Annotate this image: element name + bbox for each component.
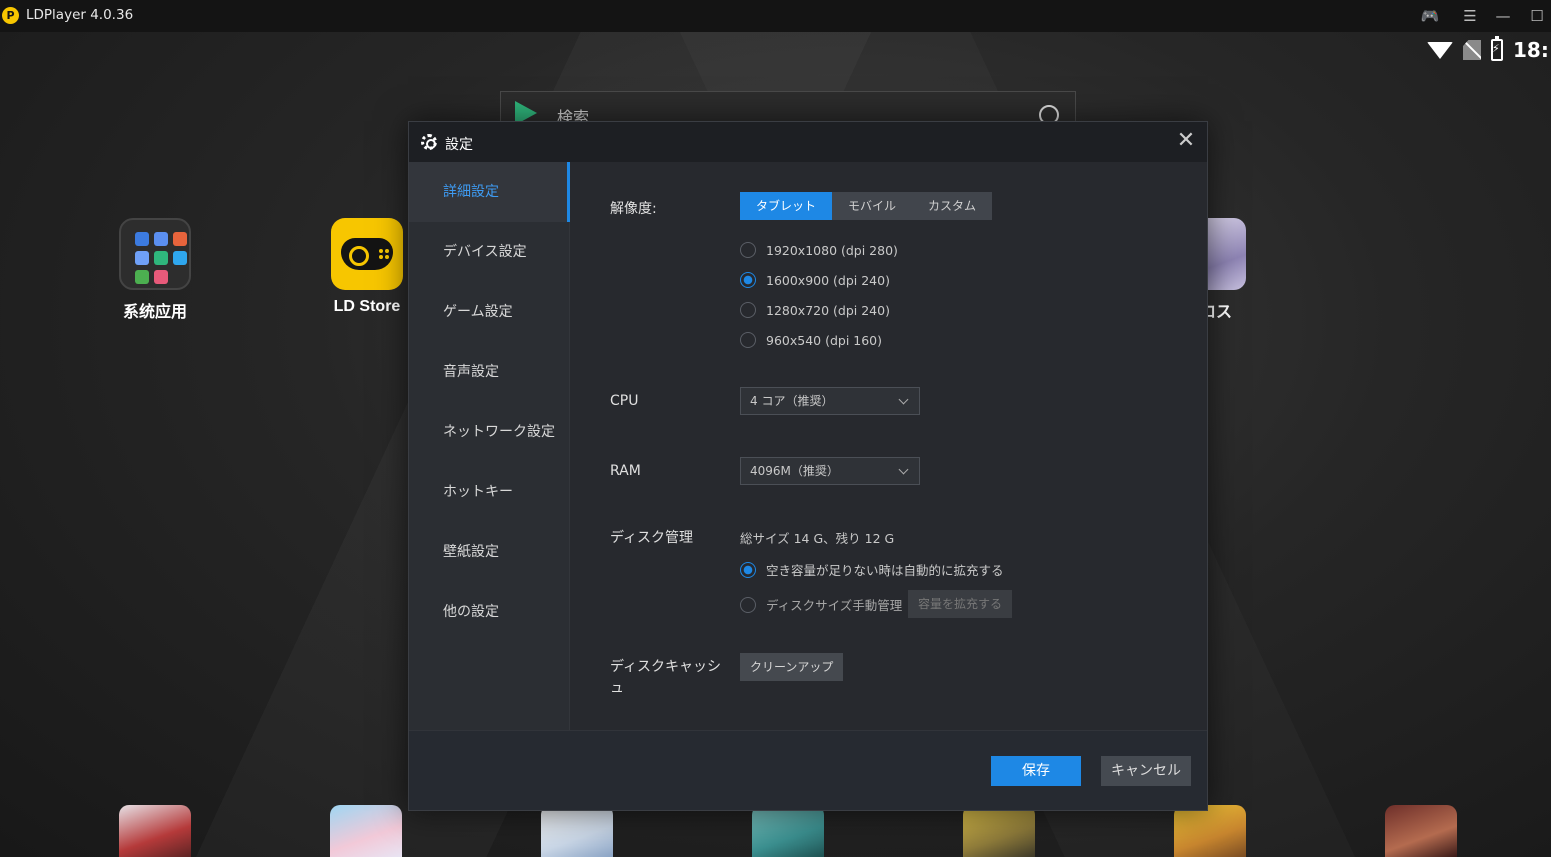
android-status-bar: 18: [1427,36,1551,64]
expand-capacity-button[interactable]: 容量を拡充する [908,590,1013,618]
game-app-icon[interactable] [752,805,824,857]
disk-manual-label: ディスクサイズ手動管理 [766,598,903,613]
radio-button[interactable] [740,302,756,318]
disk-cache-label: ディスクキャッシ ュ [610,657,721,699]
minimize-button[interactable]: — [1489,4,1517,28]
game-app-icon[interactable] [541,805,613,857]
maximize-button[interactable]: ☐ [1523,4,1551,28]
desktop-icon-label: 系统应用 [122,304,187,321]
close-icon[interactable]: ✕ [1173,128,1199,154]
desktop-icon-game[interactable]: ロス [1200,218,1260,322]
gamepad-icon[interactable]: 🎮 [1416,4,1444,28]
radio-button[interactable] [740,596,756,613]
dialog-title: 設定 [445,137,473,153]
desktop-icon-ld-store[interactable]: LD Store [320,218,414,316]
chevron-down-icon [898,394,909,405]
ld-store-icon [331,218,403,290]
radio-button[interactable] [740,332,756,348]
resolution-option-label: 1920x1080 (dpi 280) [766,242,898,258]
save-button[interactable]: 保存 [991,756,1081,786]
gear-icon [421,134,437,150]
game-app-icon[interactable] [330,805,402,857]
menu-icon[interactable]: ☰ [1456,4,1484,28]
wifi-icon [1427,41,1453,59]
tab-custom[interactable]: カスタム [912,192,993,220]
resolution-option-960[interactable]: 960x540 (dpi 160) [740,332,882,348]
sidebar-item-other[interactable]: 他の設定 [409,582,569,642]
cpu-select[interactable]: 4 コア（推奨） [740,387,920,415]
cleanup-button[interactable]: クリーンアップ [740,653,844,681]
resolution-option-label: 1600x900 (dpi 240) [766,272,890,288]
disk-cache-label-line2: ュ [610,680,624,696]
game-app-icon[interactable] [963,805,1035,857]
sidebar-item-hotkeys[interactable]: ホットキー [409,462,569,522]
dialog-header: 設定 ✕ [409,122,1207,162]
disk-auto-expand-label: 空き容量が足りない時は自動的に拡充する [766,563,1004,578]
desktop-icon-label: ロス [1200,304,1233,321]
desktop-icon-system-apps[interactable]: 系统应用 [108,218,202,322]
status-clock: 18: [1513,38,1547,62]
cpu-select-value: 4 コア（推奨） [750,394,834,408]
resolution-option-label: 1280x720 (dpi 240) [766,302,890,318]
ldplayer-logo-icon: P [2,7,19,24]
resolution-option-label: 960x540 (dpi 160) [766,332,883,348]
radio-button[interactable] [740,242,756,258]
resolution-option-1920[interactable]: 1920x1080 (dpi 280) [740,242,898,258]
disk-size-info: 総サイズ 14 G、残り 12 G [740,531,895,546]
dialog-footer: 保存 キャンセル [409,730,1207,810]
window-title: LDPlayer 4.0.36 [26,7,134,23]
cancel-button[interactable]: キャンセル [1101,756,1191,786]
sidebar-item-wallpaper[interactable]: 壁紙設定 [409,522,569,582]
radio-button-selected[interactable] [740,561,756,578]
ram-select[interactable]: 4096M（推奨） [740,457,920,485]
resolution-option-1600[interactable]: 1600x900 (dpi 240) [740,272,890,288]
settings-content: 解像度: タブレット モバイル カスタム 1920x1080 (dpi 280)… [570,162,1207,730]
game-app-icon[interactable] [119,805,191,857]
resolution-option-1280[interactable]: 1280x720 (dpi 240) [740,302,890,318]
settings-sidebar: 詳細設定 デバイス設定 ゲーム設定 音声設定 ネットワーク設定 ホットキー 壁紙… [409,162,570,730]
game-app-icon[interactable] [1174,805,1246,857]
disk-cache-label-line1: ディスクキャッシ [610,659,722,675]
sidebar-item-network[interactable]: ネットワーク設定 [409,402,569,462]
desktop-icon-label: LD Store [333,298,401,315]
cpu-label: CPU [610,393,639,409]
ram-select-value: 4096M（推奨） [750,464,839,478]
chevron-down-icon [898,464,909,475]
sidebar-item-game[interactable]: ゲーム設定 [409,282,569,342]
disk-label: ディスク管理 [610,530,694,546]
tab-tablet[interactable]: タブレット [740,192,833,220]
disk-auto-expand-option[interactable]: 空き容量が足りない時は自動的に拡充する [740,560,1004,579]
battery-charging-icon [1491,36,1503,61]
disk-manual-option[interactable]: ディスクサイズ手動管理 [740,595,902,614]
game-app-icon[interactable] [1385,805,1457,857]
settings-dialog: 設定 ✕ 詳細設定 デバイス設定 ゲーム設定 音声設定 ネットワーク設定 ホット… [408,121,1208,811]
radio-button-selected[interactable] [740,272,756,288]
resolution-mode-tabs: タブレット モバイル カスタム [740,192,993,220]
sidebar-item-audio[interactable]: 音声設定 [409,342,569,402]
no-sim-icon [1463,40,1481,60]
ram-label: RAM [610,463,641,479]
resolution-label: 解像度: [610,201,657,217]
sidebar-item-device[interactable]: デバイス設定 [409,222,569,282]
system-apps-folder-icon [119,218,191,290]
tab-mobile[interactable]: モバイル [832,192,913,220]
title-bar: P LDPlayer 4.0.36 🎮 ☰ — ☐ [0,0,1551,32]
sidebar-item-advanced[interactable]: 詳細設定 [409,162,570,222]
